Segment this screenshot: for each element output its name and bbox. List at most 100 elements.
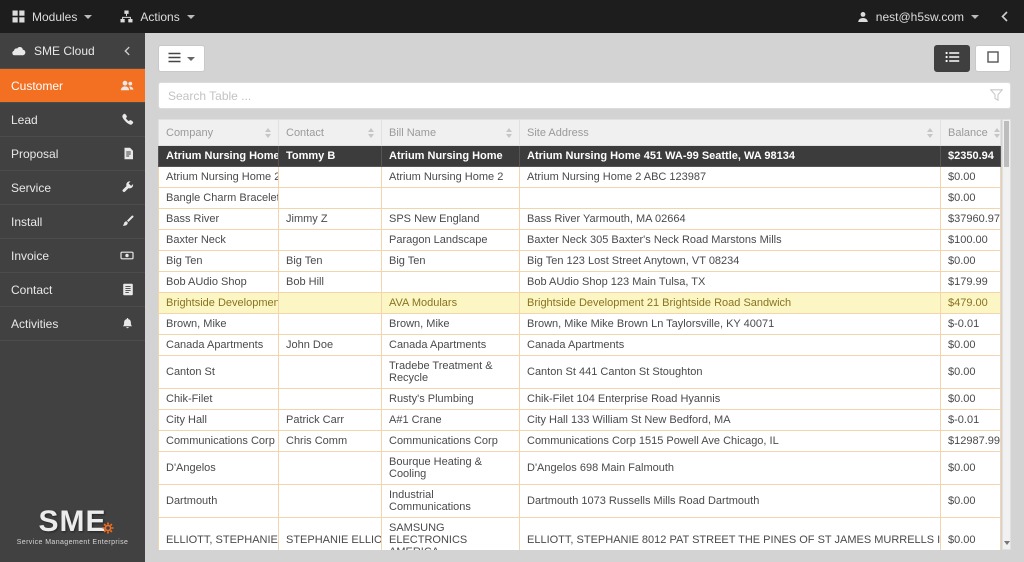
collapse-topbar-chevron-icon[interactable] <box>997 9 1012 24</box>
bell-icon <box>121 317 134 330</box>
sort-icon <box>368 128 374 138</box>
cell-balance: $0.00 <box>941 356 1001 389</box>
sidebar-item-invoice[interactable]: Invoice <box>0 239 145 273</box>
table-row[interactable]: City HallPatrick CarrA#1 CraneCity Hall … <box>159 410 1001 431</box>
modules-menu[interactable]: Modules <box>12 10 92 24</box>
table-row[interactable]: Bob AUdio ShopBob HillBob AUdio Shop 123… <box>159 272 1001 293</box>
cell-company: Communications Corp <box>159 431 279 452</box>
cell-company: Canton St <box>159 356 279 389</box>
topbar-right: nest@h5sw.com <box>857 9 1012 24</box>
cell-company: Brightside Development <box>159 293 279 314</box>
cell-balance: $-0.01 <box>941 314 1001 335</box>
list-view-button[interactable] <box>934 45 970 72</box>
cell-bill-name: Atrium Nursing Home 2 <box>382 167 520 188</box>
cell-company: Canada Apartments <box>159 335 279 356</box>
cell-company: Bob AUdio Shop <box>159 272 279 293</box>
sidebar-item-activities[interactable]: Activities <box>0 307 145 341</box>
sidebar-header[interactable]: SME Cloud <box>0 33 145 69</box>
table-row[interactable]: Atrium Nursing Home 2Atrium Nursing Home… <box>159 167 1001 188</box>
cell-company: Bass River <box>159 209 279 230</box>
cell-bill-name <box>382 272 520 293</box>
sidebar-title: SME Cloud <box>34 44 112 58</box>
sidebar-nav: CustomerLeadProposalServiceInstallInvoic… <box>0 69 145 341</box>
table-row[interactable]: Chik-FiletRusty's PlumbingChik-Filet 104… <box>159 389 1001 410</box>
table-row[interactable]: DartmouthIndustrial CommunicationsDartmo… <box>159 485 1001 518</box>
table-row[interactable]: Canton StTradebe Treatment & RecycleCant… <box>159 356 1001 389</box>
cell-balance: $100.00 <box>941 230 1001 251</box>
sidebar-item-contact[interactable]: Contact <box>0 273 145 307</box>
sidebar-item-install[interactable]: Install <box>0 205 145 239</box>
cell-site-address: Brightside Development 21 Brightside Roa… <box>520 293 941 314</box>
address-book-icon <box>122 283 134 296</box>
cell-balance: $-0.01 <box>941 410 1001 431</box>
table-row[interactable]: Baxter NeckParagon LandscapeBaxter Neck … <box>159 230 1001 251</box>
cell-contact <box>279 167 382 188</box>
sidebar: SME Cloud CustomerLeadProposalServiceIns… <box>0 33 145 562</box>
sidebar-item-lead[interactable]: Lead <box>0 103 145 137</box>
cell-site-address: Canada Apartments <box>520 335 941 356</box>
cell-contact: Chris Comm <box>279 431 382 452</box>
card-view-button[interactable] <box>975 45 1011 72</box>
table-row[interactable]: Big TenBig TenBig TenBig Ten 123 Lost St… <box>159 251 1001 272</box>
actions-label: Actions <box>140 10 179 24</box>
cell-contact: Patrick Carr <box>279 410 382 431</box>
sidebar-item-customer[interactable]: Customer <box>0 69 145 103</box>
column-header-balance[interactable]: Balance <box>941 120 1001 146</box>
table-row[interactable]: D'AngelosBourque Heating & CoolingD'Ange… <box>159 452 1001 485</box>
cell-balance: $479.00 <box>941 293 1001 314</box>
scrollbar-track[interactable] <box>1003 168 1010 537</box>
cell-balance: $0.00 <box>941 518 1001 551</box>
cell-contact <box>279 485 382 518</box>
scrollbar-thumb[interactable] <box>1004 121 1009 167</box>
sme-logo: SME Service Management Enterprise <box>0 507 145 546</box>
cell-site-address: Dartmouth 1073 Russells Mills Road Dartm… <box>520 485 941 518</box>
cell-bill-name: SPS New England <box>382 209 520 230</box>
sidebar-item-proposal[interactable]: Proposal <box>0 137 145 171</box>
column-header-bill-name[interactable]: Bill Name <box>382 120 520 146</box>
table-row[interactable]: Bass RiverJimmy ZSPS New EnglandBass Riv… <box>159 209 1001 230</box>
table-container: CompanyContactBill NameSite AddressBalan… <box>158 119 1001 550</box>
cell-balance: $179.99 <box>941 272 1001 293</box>
money-icon <box>120 249 134 262</box>
table-row[interactable]: ELLIOTT, STEPHANIESTEPHANIE ELLIOTTSAMSU… <box>159 518 1001 551</box>
collapse-sidebar-chevron-icon[interactable] <box>120 44 134 58</box>
table-row[interactable]: Bangle Charm Bracelets$0.00 <box>159 188 1001 209</box>
actions-menu[interactable]: Actions <box>120 10 194 24</box>
scroll-down-button[interactable] <box>1003 537 1010 549</box>
column-header-contact[interactable]: Contact <box>279 120 382 146</box>
cell-company: Brown, Mike <box>159 314 279 335</box>
cell-contact: Tommy B <box>279 146 382 167</box>
menu-dropdown-button[interactable] <box>158 45 205 72</box>
cell-bill-name: Big Ten <box>382 251 520 272</box>
proposal-icon <box>123 147 134 160</box>
table-row[interactable]: Canada ApartmentsJohn DoeCanada Apartmen… <box>159 335 1001 356</box>
table-row[interactable]: Atrium Nursing HomeTommy BAtrium Nursing… <box>159 146 1001 167</box>
column-header-company[interactable]: Company <box>159 120 279 146</box>
sidebar-item-service[interactable]: Service <box>0 171 145 205</box>
gear-icon <box>102 510 114 540</box>
table-row[interactable]: Brightside DevelopmentAVA ModularsBright… <box>159 293 1001 314</box>
filter-funnel-icon[interactable] <box>990 89 1003 104</box>
vertical-scrollbar[interactable] <box>1002 119 1011 550</box>
users-icon <box>120 79 134 92</box>
column-header-site-address[interactable]: Site Address <box>520 120 941 146</box>
chevron-down-icon <box>971 15 979 19</box>
cell-company: Big Ten <box>159 251 279 272</box>
search-input[interactable] <box>158 82 1011 109</box>
chevron-down-icon <box>84 15 92 19</box>
cell-site-address: Atrium Nursing Home 451 WA-99 Seattle, W… <box>520 146 941 167</box>
cell-balance: $2350.94 <box>941 146 1001 167</box>
table-row[interactable]: Brown, MikeBrown, MikeBrown, Mike Mike B… <box>159 314 1001 335</box>
cell-balance: $0.00 <box>941 335 1001 356</box>
card-view-icon <box>987 51 999 66</box>
cell-contact: Bob Hill <box>279 272 382 293</box>
user-email: nest@h5sw.com <box>876 10 964 24</box>
modules-grid-icon <box>12 10 25 23</box>
user-icon <box>857 11 869 23</box>
user-menu[interactable]: nest@h5sw.com <box>857 10 979 24</box>
table-toolbar <box>158 45 1011 72</box>
sme-logo-subtitle: Service Management Enterprise <box>0 539 145 546</box>
table-row[interactable]: Communications CorpChris CommCommunicati… <box>159 431 1001 452</box>
cell-site-address: Chik-Filet 104 Enterprise Road Hyannis <box>520 389 941 410</box>
cell-bill-name: Industrial Communications <box>382 485 520 518</box>
